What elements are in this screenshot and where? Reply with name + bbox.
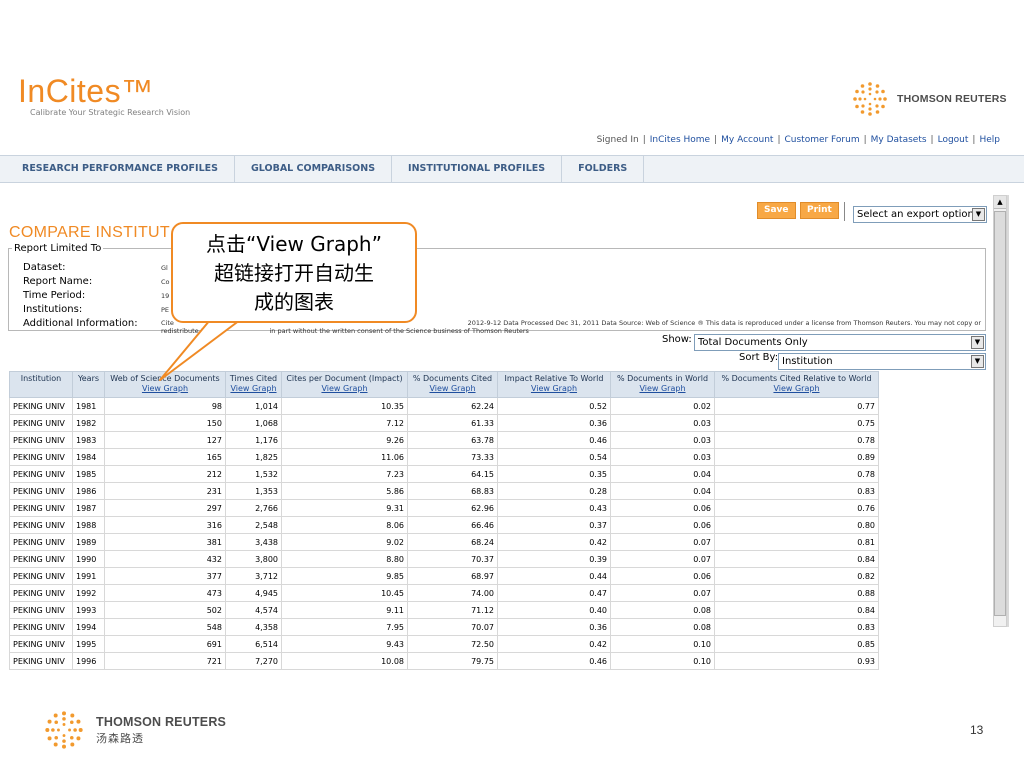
callout-line-1: 点击“View Graph” — [206, 232, 382, 256]
callout-line-2: 超链接打开自动生 — [214, 261, 374, 285]
callout-pointer — [159, 318, 241, 381]
callout-line-3: 成的图表 — [254, 290, 334, 314]
callout-annotation: 点击“View Graph” 超链接打开自动生 成的图表 — [171, 222, 417, 323]
